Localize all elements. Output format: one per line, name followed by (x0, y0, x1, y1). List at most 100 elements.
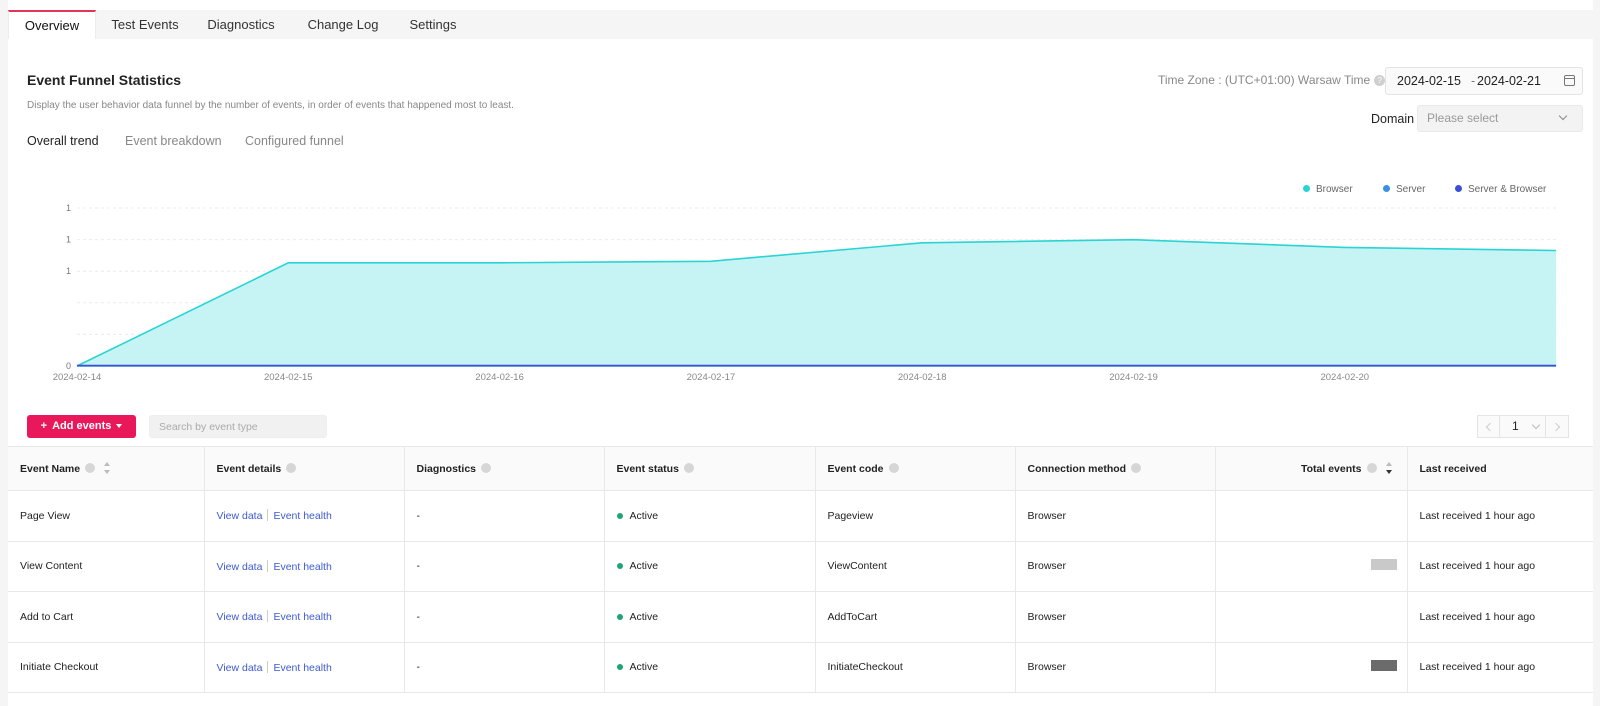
legend-item-server[interactable]: Server (1383, 184, 1425, 195)
sort-icon[interactable] (1385, 462, 1393, 474)
event-name-cell: Add to Cart (8, 591, 205, 643)
total-events-cell (1215, 591, 1408, 643)
pagination: 1 (1477, 415, 1569, 438)
plus-icon: + (40, 420, 48, 432)
view-data-link[interactable]: View data (217, 561, 263, 573)
x-tick-label: 2024-02-18 (898, 372, 947, 383)
view-data-link[interactable]: View data (217, 510, 263, 522)
prev-page-button[interactable] (1477, 415, 1500, 438)
date-range-picker[interactable]: 2024-02-15 - 2024-02-21 (1385, 67, 1583, 95)
date-end: 2024-02-21 (1477, 74, 1541, 88)
legend-item-browser[interactable]: Browser (1303, 184, 1353, 195)
add-events-button[interactable]: + Add events (27, 415, 136, 438)
diagnostics-cell: - (404, 642, 605, 693)
event-name-cell: View Content (8, 541, 205, 592)
event-health-link[interactable]: Event health (273, 662, 331, 674)
diagnostics-cell: - (404, 541, 605, 592)
event-health-link[interactable]: Event health (273, 561, 331, 573)
calendar-icon[interactable] (1564, 75, 1575, 86)
chevron-down-icon (1531, 420, 1541, 430)
subtab-configured-funnel[interactable]: Configured funnel (245, 134, 344, 148)
help-icon[interactable] (683, 462, 694, 473)
event-health-link[interactable]: Event health (273, 510, 331, 522)
legend-label: Server (1396, 184, 1426, 195)
col-label: Event status (616, 462, 679, 475)
event-details-cell: View data Event health (204, 541, 405, 592)
help-icon[interactable] (85, 463, 96, 473)
total-events-cell (1215, 541, 1408, 592)
tab-test-events[interactable]: Test Events (104, 10, 186, 39)
event-code-cell: AddToCart (815, 591, 1016, 643)
subtab-event-breakdown[interactable]: Event breakdown (125, 134, 222, 148)
event-name-cell: Page View (8, 490, 205, 542)
y-tick-label: 1 (66, 266, 71, 276)
current-page: 1 (1512, 419, 1519, 433)
x-tick-label: 2024-02-14 (53, 372, 102, 383)
event-details-cell: View data Event health (204, 490, 405, 542)
col-label: Last received (1419, 462, 1487, 475)
col-label: Diagnostics (416, 462, 477, 475)
table-row[interactable]: Add to Cart View data Event health - Active A… (8, 591, 1593, 643)
caret-down-icon (116, 424, 123, 428)
event-health-link[interactable]: Event health (273, 611, 331, 623)
tab-change-log[interactable]: Change Log (303, 10, 383, 39)
status-text: Active (629, 661, 659, 674)
col-label: Event code (827, 462, 884, 475)
subtab-overall-trend[interactable]: Overall trend (27, 134, 99, 148)
legend-label: Browser (1316, 184, 1353, 195)
next-page-button[interactable] (1545, 415, 1569, 438)
col-event-name[interactable]: Event Name (8, 446, 205, 491)
connection-method-cell: Browser (1015, 642, 1216, 693)
last-received-cell: Last received 1 hour ago (1407, 490, 1593, 542)
page-title: Event Funnel Statistics (27, 72, 182, 88)
sort-icon[interactable] (103, 462, 111, 474)
event-status-cell: Active (604, 490, 816, 542)
legend-dot-icon (1383, 185, 1390, 192)
tab-overview[interactable]: Overview (8, 10, 96, 39)
view-data-link[interactable]: View data (217, 611, 263, 623)
tab-settings[interactable]: Settings (403, 10, 463, 39)
page-select[interactable]: 1 (1499, 415, 1546, 438)
help-icon[interactable] (1366, 463, 1377, 473)
help-icon[interactable] (481, 462, 492, 473)
events-table: Event Name Event details Diagnostics Eve… (8, 446, 1593, 693)
col-event-details: Event details (204, 446, 405, 491)
col-total-events[interactable]: Total events (1215, 446, 1408, 491)
tab-diagnostics[interactable]: Diagnostics (203, 10, 279, 39)
col-event-code: Event code (815, 446, 1016, 491)
x-tick-label: 2024-02-15 (264, 372, 313, 383)
table-row[interactable]: Initiate Checkout View data Event health - A… (8, 642, 1593, 693)
tab-bar: Overview Test Events Diagnostics Change … (8, 10, 1593, 39)
status-text: Active (629, 509, 659, 522)
status-dot-icon (616, 512, 623, 519)
legend-item-server-browser[interactable]: Server & Browser (1455, 184, 1546, 195)
search-input[interactable] (149, 415, 327, 438)
help-icon[interactable] (286, 462, 297, 473)
event-manager-panel: Overview Test Events Diagnostics Change … (8, 0, 1593, 706)
y-tick-label: 0 (66, 361, 71, 371)
y-tick-label: 1 (66, 203, 71, 213)
event-details-cell: View data Event health (204, 642, 405, 693)
domain-placeholder: Please select (1427, 111, 1499, 125)
y-tick-label: 1 (66, 235, 71, 245)
event-details-cell: View data Event health (204, 591, 405, 643)
event-code-cell: InitiateCheckout (815, 642, 1016, 693)
event-status-cell: Active (604, 591, 816, 643)
table-row[interactable]: View Content View data Event health - Active… (8, 541, 1593, 592)
domain-label: Domain (1371, 112, 1415, 126)
view-data-link[interactable]: View data (217, 662, 263, 674)
help-icon[interactable] (888, 462, 899, 473)
table-row[interactable]: Page View View data Event health - Active Pag… (8, 490, 1593, 542)
date-start: 2024-02-15 (1397, 74, 1461, 88)
col-connection-method: Connection method (1015, 446, 1216, 491)
domain-select[interactable]: Please select (1417, 105, 1583, 132)
total-events-cell (1215, 642, 1408, 693)
timezone-label: Time Zone : (UTC+01:00) Warsaw Time? (1158, 73, 1386, 87)
col-last-received: Last received (1407, 446, 1593, 491)
event-code-cell: Pageview (815, 490, 1016, 542)
add-events-label: Add events (52, 420, 112, 432)
help-icon[interactable]: ? (1374, 75, 1386, 86)
overall-trend-chart: 0 1 1 1 2024-02-14 2024-02-15 2024-02-16 2024-0… (53, 203, 1557, 383)
help-icon[interactable] (1131, 462, 1142, 473)
col-label: Event Name (20, 463, 81, 475)
